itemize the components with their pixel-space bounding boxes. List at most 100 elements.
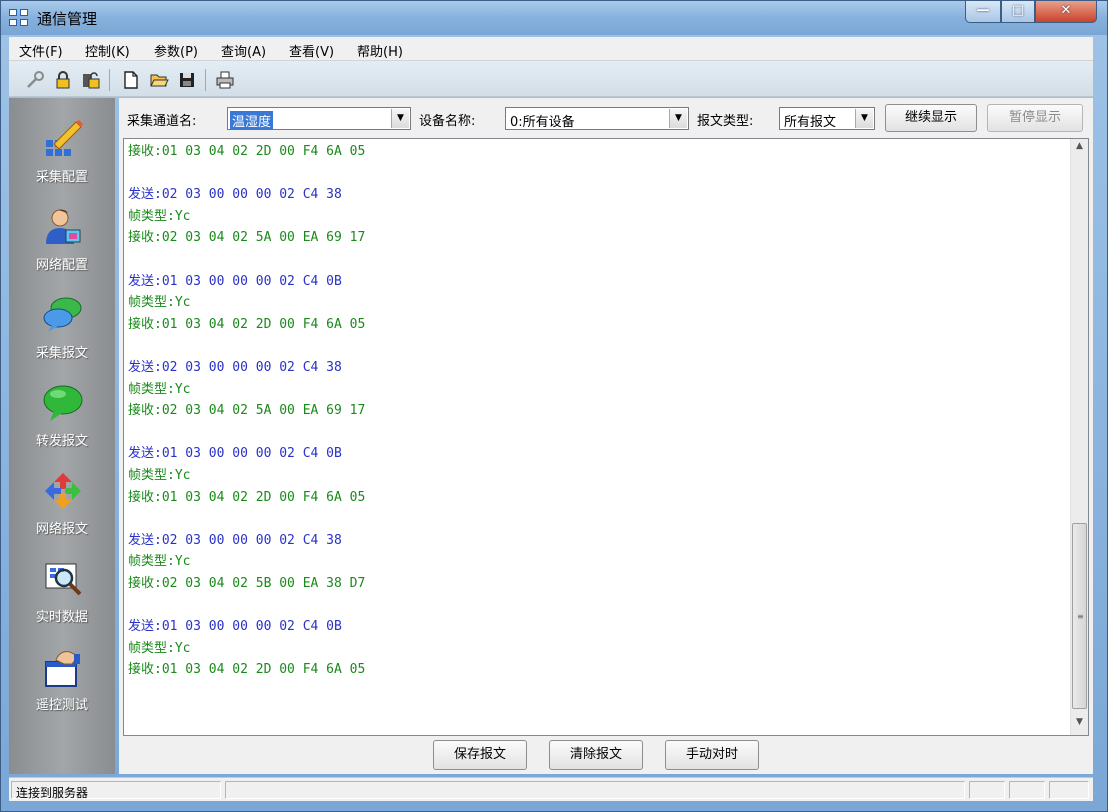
sidebar-item-collect-config[interactable]: 采集配置: [9, 118, 115, 202]
message-log-content: 接收:01 03 04 02 2D 00 F4 6A 05 发送:02 03 00…: [128, 141, 1068, 681]
channel-select[interactable]: 温湿度 ▼: [227, 107, 411, 130]
scroll-down-icon[interactable]: ▼: [1071, 717, 1088, 733]
sidebar-item-collect-message[interactable]: 采集报文: [9, 294, 115, 378]
log-line-recv: 接收:02 03 04 02 5A 00 EA 69 17: [128, 403, 366, 419]
sidebar-item-label: 实时数据: [35, 610, 88, 625]
collect-config-icon: [42, 118, 84, 160]
menu-control[interactable]: 控制(K): [85, 41, 130, 60]
log-line-blank: [128, 163, 1068, 185]
log-line-blank: [128, 249, 1068, 271]
sidebar-item-label: 网络配置: [35, 258, 88, 273]
channel-label: 采集通道名:: [127, 114, 197, 129]
scrollbar-thumb[interactable]: ≡: [1072, 523, 1087, 709]
vertical-scrollbar[interactable]: ▲ ≡ ▼: [1070, 139, 1088, 735]
network-config-icon: [42, 206, 84, 248]
action-bar: 保存报文 清除报文 手动对时: [119, 736, 1093, 774]
new-file-icon[interactable]: [121, 70, 141, 90]
channel-value: 温湿度: [230, 111, 274, 130]
log-line-recv: 接收:01 03 04 02 2D 00 F4 6A 05: [128, 662, 366, 678]
window-title: 通信管理: [37, 10, 98, 28]
main-window: 通信管理 — □ ✕ 文件(F) 控制(K) 参数(P) 查询(A) 查看(V)…: [0, 0, 1108, 812]
realtime-data-icon: [42, 558, 84, 600]
scroll-up-icon[interactable]: ▲: [1071, 141, 1088, 157]
log-line-frame: 帧类型:Yc: [128, 554, 191, 570]
chevron-down-icon[interactable]: ▼: [391, 109, 409, 128]
sidebar-item-remote-control[interactable]: 遥控测试: [9, 646, 115, 730]
filter-bar: 采集通道名: 温湿度 ▼ 设备名称: 0:所有设备 ▼ 报文类型: 所有报文 ▼…: [119, 98, 1093, 138]
menu-file[interactable]: 文件(F): [19, 41, 63, 60]
minimize-icon: —: [976, 3, 990, 18]
close-icon: ✕: [1060, 3, 1072, 18]
log-line-send: 发送:02 03 00 00 00 02 C4 38: [128, 532, 342, 548]
menu-params[interactable]: 参数(P): [154, 41, 198, 60]
log-line-send: 发送:01 03 00 00 00 02 C4 0B: [128, 273, 342, 289]
log-line-recv: 接收:02 03 04 02 5A 00 EA 69 17: [128, 230, 366, 246]
grip-icon: ≡: [1077, 612, 1084, 621]
status-pane-a: [969, 781, 1005, 799]
type-label: 报文类型:: [697, 114, 754, 129]
save-icon[interactable]: [177, 70, 197, 90]
main-panel: 采集通道名: 温湿度 ▼ 设备名称: 0:所有设备 ▼ 报文类型: 所有报文 ▼…: [119, 98, 1093, 774]
status-text: 连接到服务器: [16, 786, 89, 800]
menu-help[interactable]: 帮助(H): [357, 41, 403, 60]
device-value: 0:所有设备: [510, 115, 575, 130]
remote-control-icon: [42, 646, 84, 688]
continue-display-button[interactable]: 继续显示: [885, 104, 977, 132]
menu-view[interactable]: 查看(V): [289, 41, 334, 60]
sidebar-item-forward-message[interactable]: 转发报文: [9, 382, 115, 466]
key-icon[interactable]: [25, 70, 45, 90]
type-select[interactable]: 所有报文 ▼: [779, 107, 875, 130]
open-folder-icon[interactable]: [149, 70, 169, 90]
sidebar-item-network-message[interactable]: 网络报文: [9, 470, 115, 554]
status-bar: 连接到服务器: [9, 777, 1093, 801]
sidebar: 采集配置 网络配置 采集报文 转发报文 网络报文 实时数据 遥控测试: [9, 98, 115, 774]
sidebar-item-label: 采集配置: [35, 170, 88, 185]
log-line-blank: [128, 508, 1068, 530]
log-line-frame: 帧类型:Yc: [128, 381, 191, 397]
log-line-recv: 接收:01 03 04 02 2D 00 F4 6A 05: [128, 144, 366, 159]
print-icon[interactable]: [215, 70, 235, 90]
toolbar: [9, 61, 1093, 97]
unlock-icon[interactable]: [81, 70, 101, 90]
collect-message-icon: [42, 294, 84, 336]
clear-message-button[interactable]: 清除报文: [549, 740, 643, 770]
size-grip[interactable]: [1049, 781, 1089, 799]
menu-bar: 文件(F) 控制(K) 参数(P) 查询(A) 查看(V) 帮助(H): [9, 37, 1093, 61]
device-select[interactable]: 0:所有设备 ▼: [505, 107, 689, 130]
sidebar-item-network-config[interactable]: 网络配置: [9, 206, 115, 290]
log-line-send: 发送:01 03 00 00 00 02 C4 0B: [128, 446, 342, 462]
maximize-button[interactable]: □: [1001, 1, 1035, 23]
log-line-frame: 帧类型:Yc: [128, 295, 191, 311]
close-button[interactable]: ✕: [1035, 1, 1097, 23]
pause-display-button[interactable]: 暂停显示: [987, 104, 1083, 132]
log-line-blank: [128, 594, 1068, 616]
device-label: 设备名称:: [419, 114, 476, 129]
status-pane-info: [225, 781, 965, 799]
log-line-send: 发送:02 03 00 00 00 02 C4 38: [128, 187, 342, 203]
sidebar-item-label: 网络报文: [35, 522, 88, 537]
app-icon: [9, 9, 29, 27]
sidebar-item-label: 转发报文: [35, 434, 88, 449]
title-bar[interactable]: 通信管理 — □ ✕: [1, 1, 1107, 35]
log-line-recv: 接收:01 03 04 02 2D 00 F4 6A 05: [128, 316, 366, 332]
maximize-icon: □: [1011, 3, 1025, 18]
log-line-frame: 帧类型:Yc: [128, 208, 191, 224]
minimize-button[interactable]: —: [965, 1, 1001, 23]
sidebar-item-realtime-data[interactable]: 实时数据: [9, 558, 115, 642]
forward-message-icon: [42, 382, 84, 424]
chevron-down-icon[interactable]: ▼: [669, 109, 687, 128]
save-message-button[interactable]: 保存报文: [433, 740, 527, 770]
status-pane-b: [1009, 781, 1045, 799]
type-value: 所有报文: [784, 115, 837, 130]
lock-icon[interactable]: [53, 70, 73, 90]
network-message-icon: [42, 470, 84, 512]
menu-query[interactable]: 查询(A): [221, 41, 266, 60]
message-log[interactable]: 接收:01 03 04 02 2D 00 F4 6A 05 发送:02 03 00…: [123, 138, 1089, 736]
chevron-down-icon[interactable]: ▼: [855, 109, 873, 128]
manual-time-sync-button[interactable]: 手动对时: [665, 740, 759, 770]
sidebar-item-label: 遥控测试: [35, 698, 88, 713]
log-line-frame: 帧类型:Yc: [128, 640, 191, 656]
status-pane-main: 连接到服务器: [11, 781, 221, 800]
log-line-blank: [128, 422, 1068, 444]
log-line-recv: 接收:02 03 04 02 5B 00 EA 38 D7: [128, 575, 366, 591]
